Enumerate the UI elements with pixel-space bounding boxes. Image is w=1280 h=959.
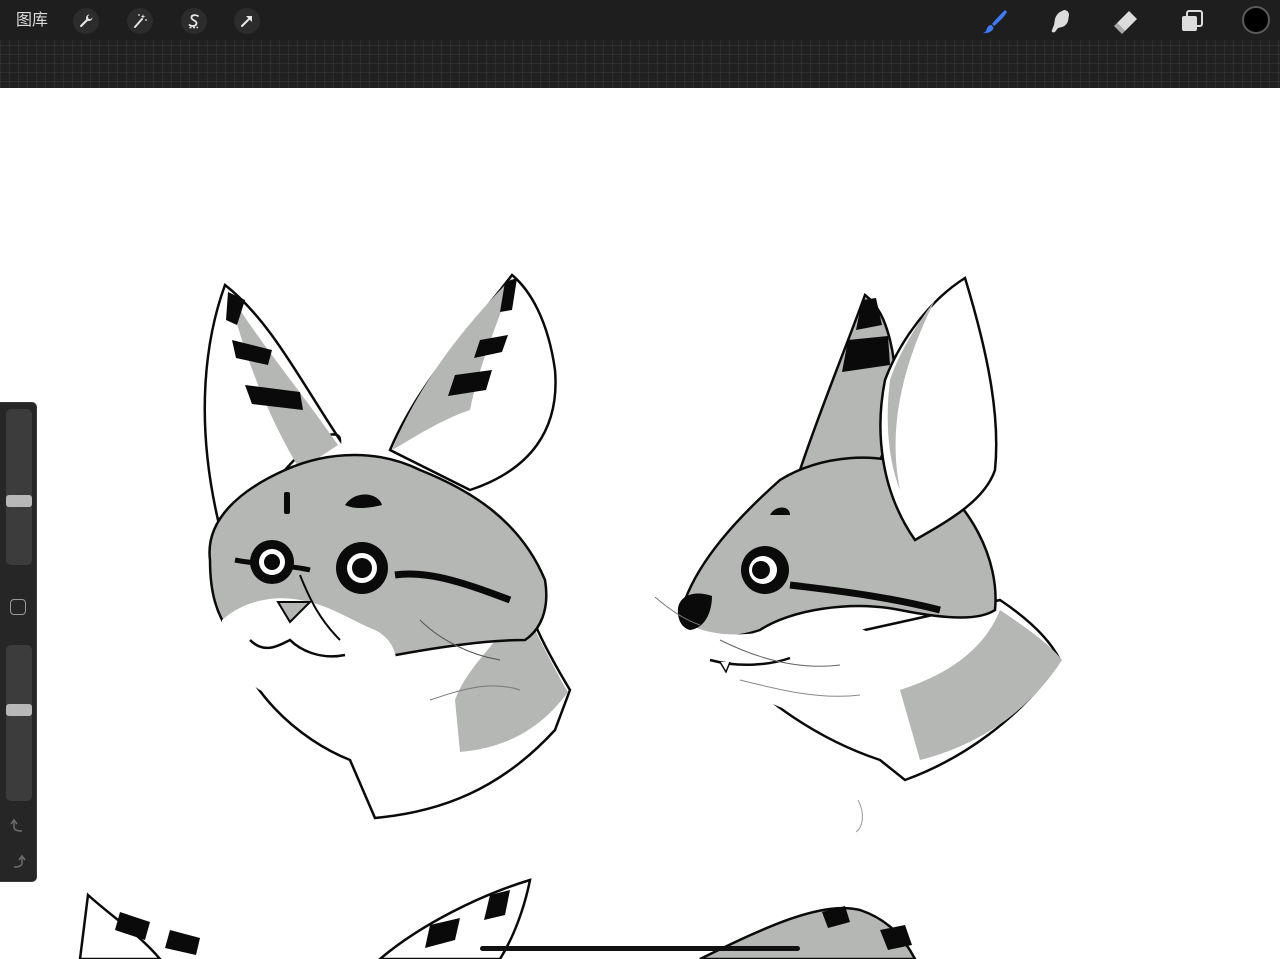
artwork [78, 273, 1062, 959]
cursor-arrow-icon [241, 16, 252, 27]
undo-button[interactable] [9, 817, 27, 835]
transform-button[interactable] [234, 8, 260, 34]
smudge-tool-button[interactable] [1044, 5, 1076, 37]
paintbrush-icon [983, 10, 1007, 34]
color-picker-button[interactable] [1242, 6, 1270, 34]
cat-bottom-sketch-right [699, 906, 917, 959]
brush-size-thumb[interactable] [6, 495, 32, 507]
magic-wand-icon [134, 14, 147, 28]
actions-button[interactable] [73, 8, 99, 34]
brush-size-slider[interactable] [6, 409, 32, 565]
redo-arrow-icon [13, 854, 26, 868]
cat-bottom-sketch-left [78, 878, 532, 959]
layers-button[interactable] [1176, 5, 1208, 37]
brush-tool-button[interactable] [979, 5, 1011, 37]
cat-side-sketch [654, 276, 1062, 833]
wrench-icon [80, 14, 93, 28]
top-toolbar: 图库 [0, 0, 1280, 88]
selection-s-icon [188, 14, 199, 29]
modify-button[interactable] [10, 599, 26, 615]
undo-arrow-icon [10, 818, 23, 832]
smudge-finger-icon [1051, 10, 1069, 33]
gallery-button[interactable]: 图库 [16, 8, 48, 32]
eraser-tool-button[interactable] [1110, 5, 1142, 37]
left-sidebar [0, 402, 37, 882]
selection-button[interactable] [181, 8, 207, 34]
adjustments-button[interactable] [127, 8, 153, 34]
opacity-thumb[interactable] [6, 704, 32, 716]
cat-front-sketch [203, 273, 572, 820]
opacity-slider[interactable] [6, 645, 32, 801]
layers-icon [1182, 10, 1203, 31]
eraser-icon [1114, 11, 1137, 34]
home-indicator[interactable] [480, 946, 800, 951]
drawing-canvas[interactable] [0, 88, 1280, 959]
redo-button[interactable] [9, 853, 27, 871]
